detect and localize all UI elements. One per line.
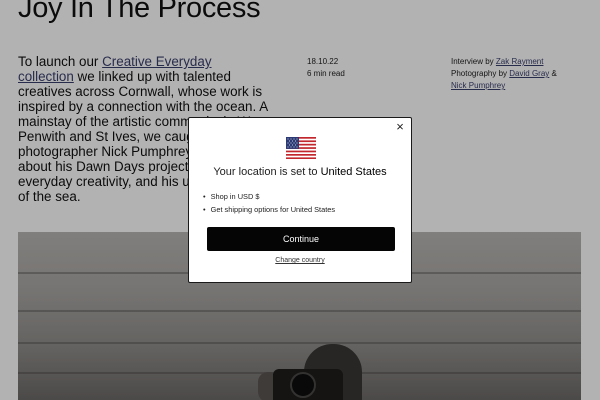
continue-button[interactable]: Continue bbox=[207, 227, 395, 251]
change-country-link[interactable]: Change country bbox=[189, 257, 411, 264]
shipping-info-list: Shop in USD $ Get shipping options for U… bbox=[203, 191, 335, 216]
selected-country: United States bbox=[320, 166, 387, 178]
list-item: Shop in USD $ bbox=[203, 191, 335, 204]
close-icon[interactable]: × bbox=[393, 120, 407, 134]
us-flag-icon bbox=[286, 137, 316, 159]
list-item: Get shipping options for United States bbox=[203, 204, 335, 217]
location-prefix: Your location is set to bbox=[213, 166, 321, 178]
location-message: Your location is set to United States bbox=[189, 166, 411, 178]
country-selector-modal: × Your location is set to United States … bbox=[188, 117, 412, 283]
